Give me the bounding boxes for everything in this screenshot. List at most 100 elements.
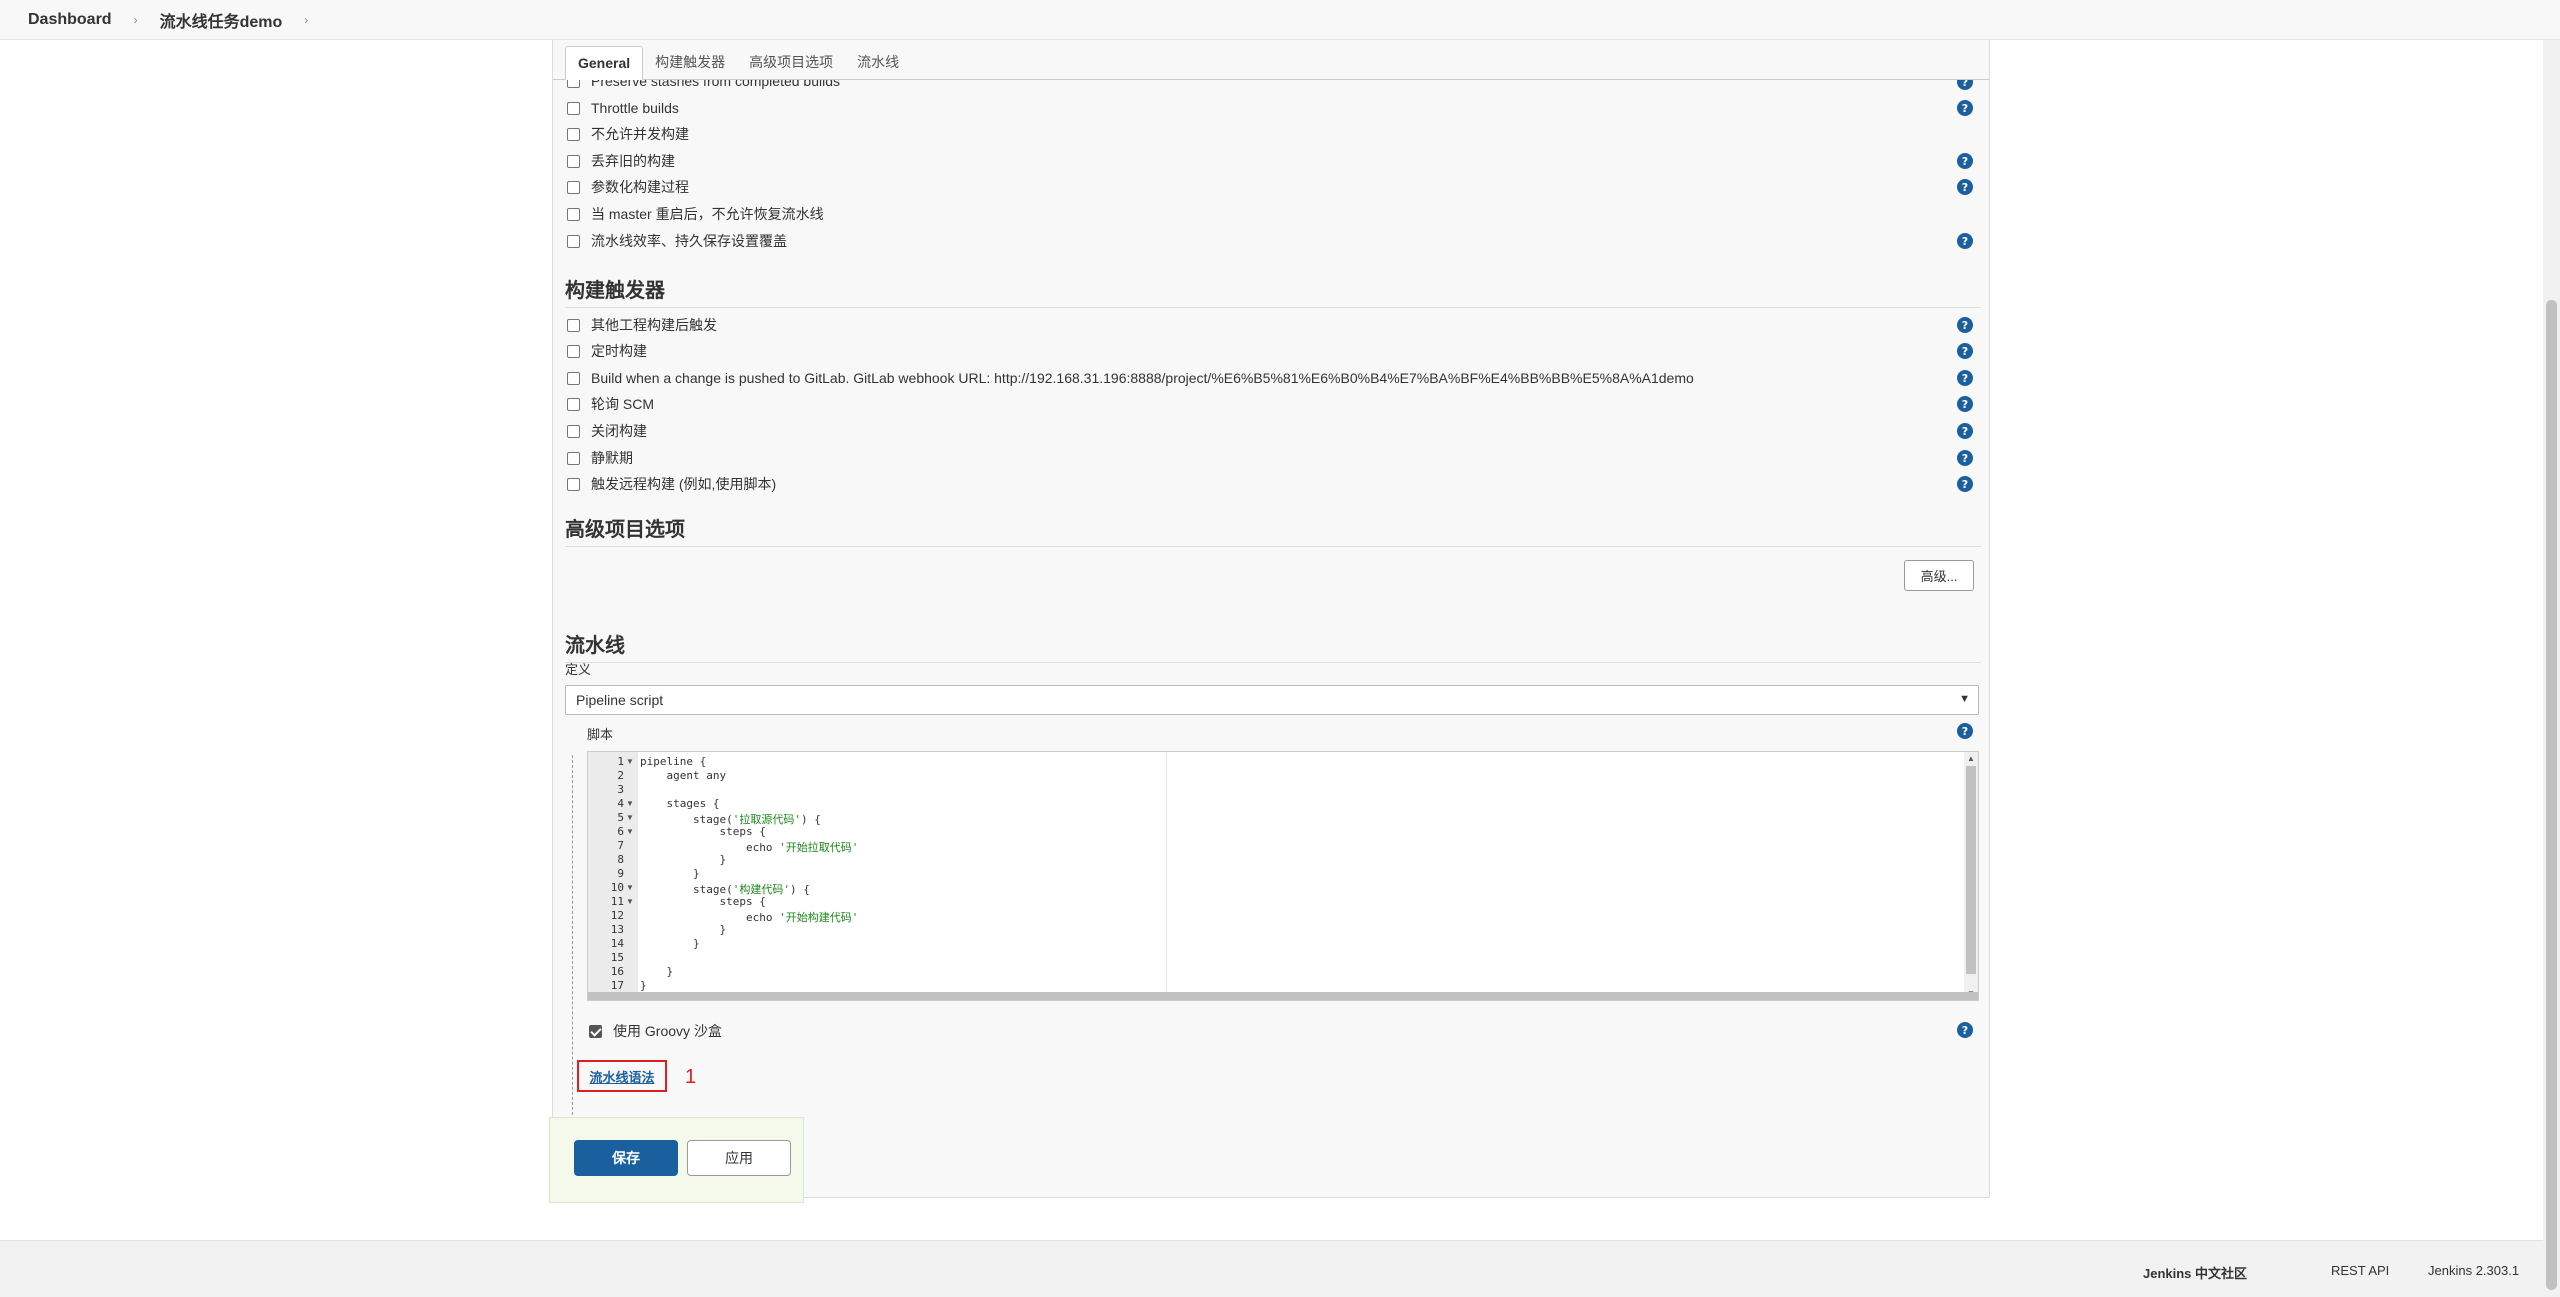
checkbox[interactable] [567, 371, 580, 385]
option-durability-override[interactable]: 流水线效率、持久保存设置覆盖 [567, 231, 787, 251]
trigger-quiet-period[interactable]: 静默期 [567, 448, 633, 468]
checkbox[interactable] [567, 477, 580, 491]
checkbox[interactable] [567, 344, 580, 358]
page-scrollbar[interactable] [2543, 0, 2560, 1297]
checkbox[interactable] [567, 234, 580, 248]
tab-general[interactable]: General [565, 46, 644, 80]
option-disable-concurrent[interactable]: 不允许并发构建 [567, 124, 689, 144]
option-throttle-builds[interactable]: Throttle builds [567, 98, 679, 118]
editor-hscrollbar[interactable] [588, 992, 1978, 1000]
fold-toggle-icon[interactable]: ▼ [626, 827, 634, 836]
help-icon[interactable]: ? [1957, 423, 1973, 439]
code-line[interactable]: } [640, 923, 726, 936]
trigger-gitlab-push[interactable]: Build when a change is pushed to GitLab.… [567, 368, 1694, 388]
breadcrumb-chevron-icon[interactable]: › [134, 13, 138, 27]
fold-toggle-icon[interactable]: ▼ [626, 883, 634, 892]
checkbox[interactable] [567, 180, 580, 194]
checkbox[interactable] [567, 154, 580, 168]
definition-select[interactable]: Pipeline script ▼ [565, 685, 1979, 715]
tab-build-triggers[interactable]: 构建触发器 [643, 45, 737, 79]
page-scrollbar-thumb[interactable] [2546, 300, 2557, 1290]
line-number: 6 [617, 825, 624, 838]
line-number: 10 [610, 881, 624, 894]
line-number: 5 [617, 811, 624, 824]
tab-advanced-options[interactable]: 高级项目选项 [737, 45, 845, 79]
fold-toggle-icon[interactable]: ▼ [626, 813, 634, 822]
option-groovy-sandbox[interactable]: 使用 Groovy 沙盒 [589, 1021, 722, 1041]
line-number: 1 [617, 755, 624, 768]
checkbox[interactable] [567, 101, 580, 115]
help-icon[interactable]: ? [1957, 723, 1973, 739]
help-icon[interactable]: ? [1957, 317, 1973, 333]
checkbox[interactable] [567, 397, 580, 411]
line-number: 8 [617, 853, 624, 866]
definition-label: 定义 [565, 662, 592, 677]
line-number: 13 [610, 923, 624, 936]
help-icon[interactable]: ? [1957, 233, 1973, 249]
scrollbar-thumb[interactable] [1966, 766, 1976, 974]
footer-community-link[interactable]: Jenkins 中文社区 [2143, 1263, 2247, 1282]
code-line[interactable]: } [640, 979, 647, 992]
scroll-up-icon[interactable]: ▲ [1967, 754, 1975, 763]
code-line[interactable]: agent any [640, 769, 726, 782]
code-line[interactable]: } [640, 853, 726, 866]
line-number: 12 [610, 909, 624, 922]
annotation-number: 1 [685, 1066, 697, 1088]
checkbox[interactable] [567, 318, 580, 332]
code-line[interactable]: pipeline { [640, 755, 706, 768]
help-icon[interactable]: ? [1957, 1022, 1973, 1038]
indent-guide [572, 755, 573, 1125]
script-editor[interactable]: 1 ▼ pipeline {2 agent any 3 4 ▼ stages {5 ▼ st… [587, 751, 1979, 1001]
breadcrumb-chevron-icon[interactable]: › [304, 13, 308, 27]
checkbox[interactable] [567, 207, 580, 221]
help-icon[interactable]: ? [1957, 396, 1973, 412]
checkbox[interactable] [567, 424, 580, 438]
checkbox[interactable] [567, 127, 580, 141]
line-number: 9 [617, 867, 624, 880]
fold-toggle-icon[interactable]: ▼ [626, 897, 634, 906]
option-no-resume[interactable]: 当 master 重启后，不允许恢复流水线 [567, 204, 824, 224]
fold-toggle-icon[interactable]: ▼ [626, 799, 634, 808]
option-discard-old-builds[interactable]: 丢弃旧的构建 [567, 151, 675, 171]
code-line[interactable]: stages { [640, 797, 719, 810]
apply-button[interactable]: 应用 [687, 1140, 791, 1176]
tab-pipeline[interactable]: 流水线 [845, 45, 911, 79]
trigger-disable-build[interactable]: 关闭构建 [567, 421, 647, 441]
code-line[interactable]: } [640, 867, 700, 880]
trigger-after-other-projects[interactable]: 其他工程构建后触发 [567, 315, 717, 335]
trigger-periodic[interactable]: 定时构建 [567, 341, 647, 361]
line-number: 15 [610, 951, 624, 964]
help-icon[interactable]: ? [1957, 100, 1973, 116]
option-parameterized[interactable]: 参数化构建过程 [567, 177, 689, 197]
checkbox[interactable] [567, 451, 580, 465]
section-advanced-options: 高级项目选项 [565, 513, 1981, 547]
help-icon[interactable]: ? [1957, 370, 1973, 386]
help-icon[interactable]: ? [1957, 179, 1973, 195]
print-margin [1166, 752, 1167, 1000]
line-number: 7 [617, 839, 624, 852]
code-line[interactable]: steps { [640, 895, 765, 908]
help-icon[interactable]: ? [1957, 343, 1973, 359]
trigger-poll-scm[interactable]: 轮询 SCM [567, 394, 654, 414]
fold-toggle-icon[interactable]: ▼ [626, 757, 634, 766]
help-icon[interactable]: ? [1957, 153, 1973, 169]
save-button[interactable]: 保存 [574, 1140, 678, 1176]
line-number: 11 [610, 895, 624, 908]
breadcrumb-job[interactable]: 流水线任务demo [160, 8, 283, 32]
code-line[interactable]: } [640, 965, 673, 978]
code-line[interactable]: } [640, 937, 700, 950]
trigger-remote-build[interactable]: 触发远程构建 (例如,使用脚本) [567, 474, 776, 494]
line-number: 17 [610, 979, 624, 992]
editor-scrollbar[interactable]: ▲ ▼ [1964, 752, 1978, 1000]
breadcrumb-dashboard[interactable]: Dashboard [28, 11, 112, 29]
footer-rest-api-link[interactable]: REST API [2331, 1263, 2389, 1278]
section-build-triggers: 构建触发器 [565, 274, 1981, 308]
help-icon[interactable]: ? [1957, 450, 1973, 466]
config-tabbar-overlay: General 构建触发器 高级项目选项 流水线 [553, 40, 1989, 80]
advanced-button[interactable]: 高级... [1904, 560, 1974, 591]
pipeline-syntax-link[interactable]: 流水线语法 [577, 1060, 667, 1092]
code-line[interactable]: steps { [640, 825, 765, 838]
footer-version-link[interactable]: Jenkins 2.303.1 [2428, 1263, 2519, 1278]
checkbox-checked[interactable] [589, 1024, 602, 1038]
help-icon[interactable]: ? [1957, 476, 1973, 492]
